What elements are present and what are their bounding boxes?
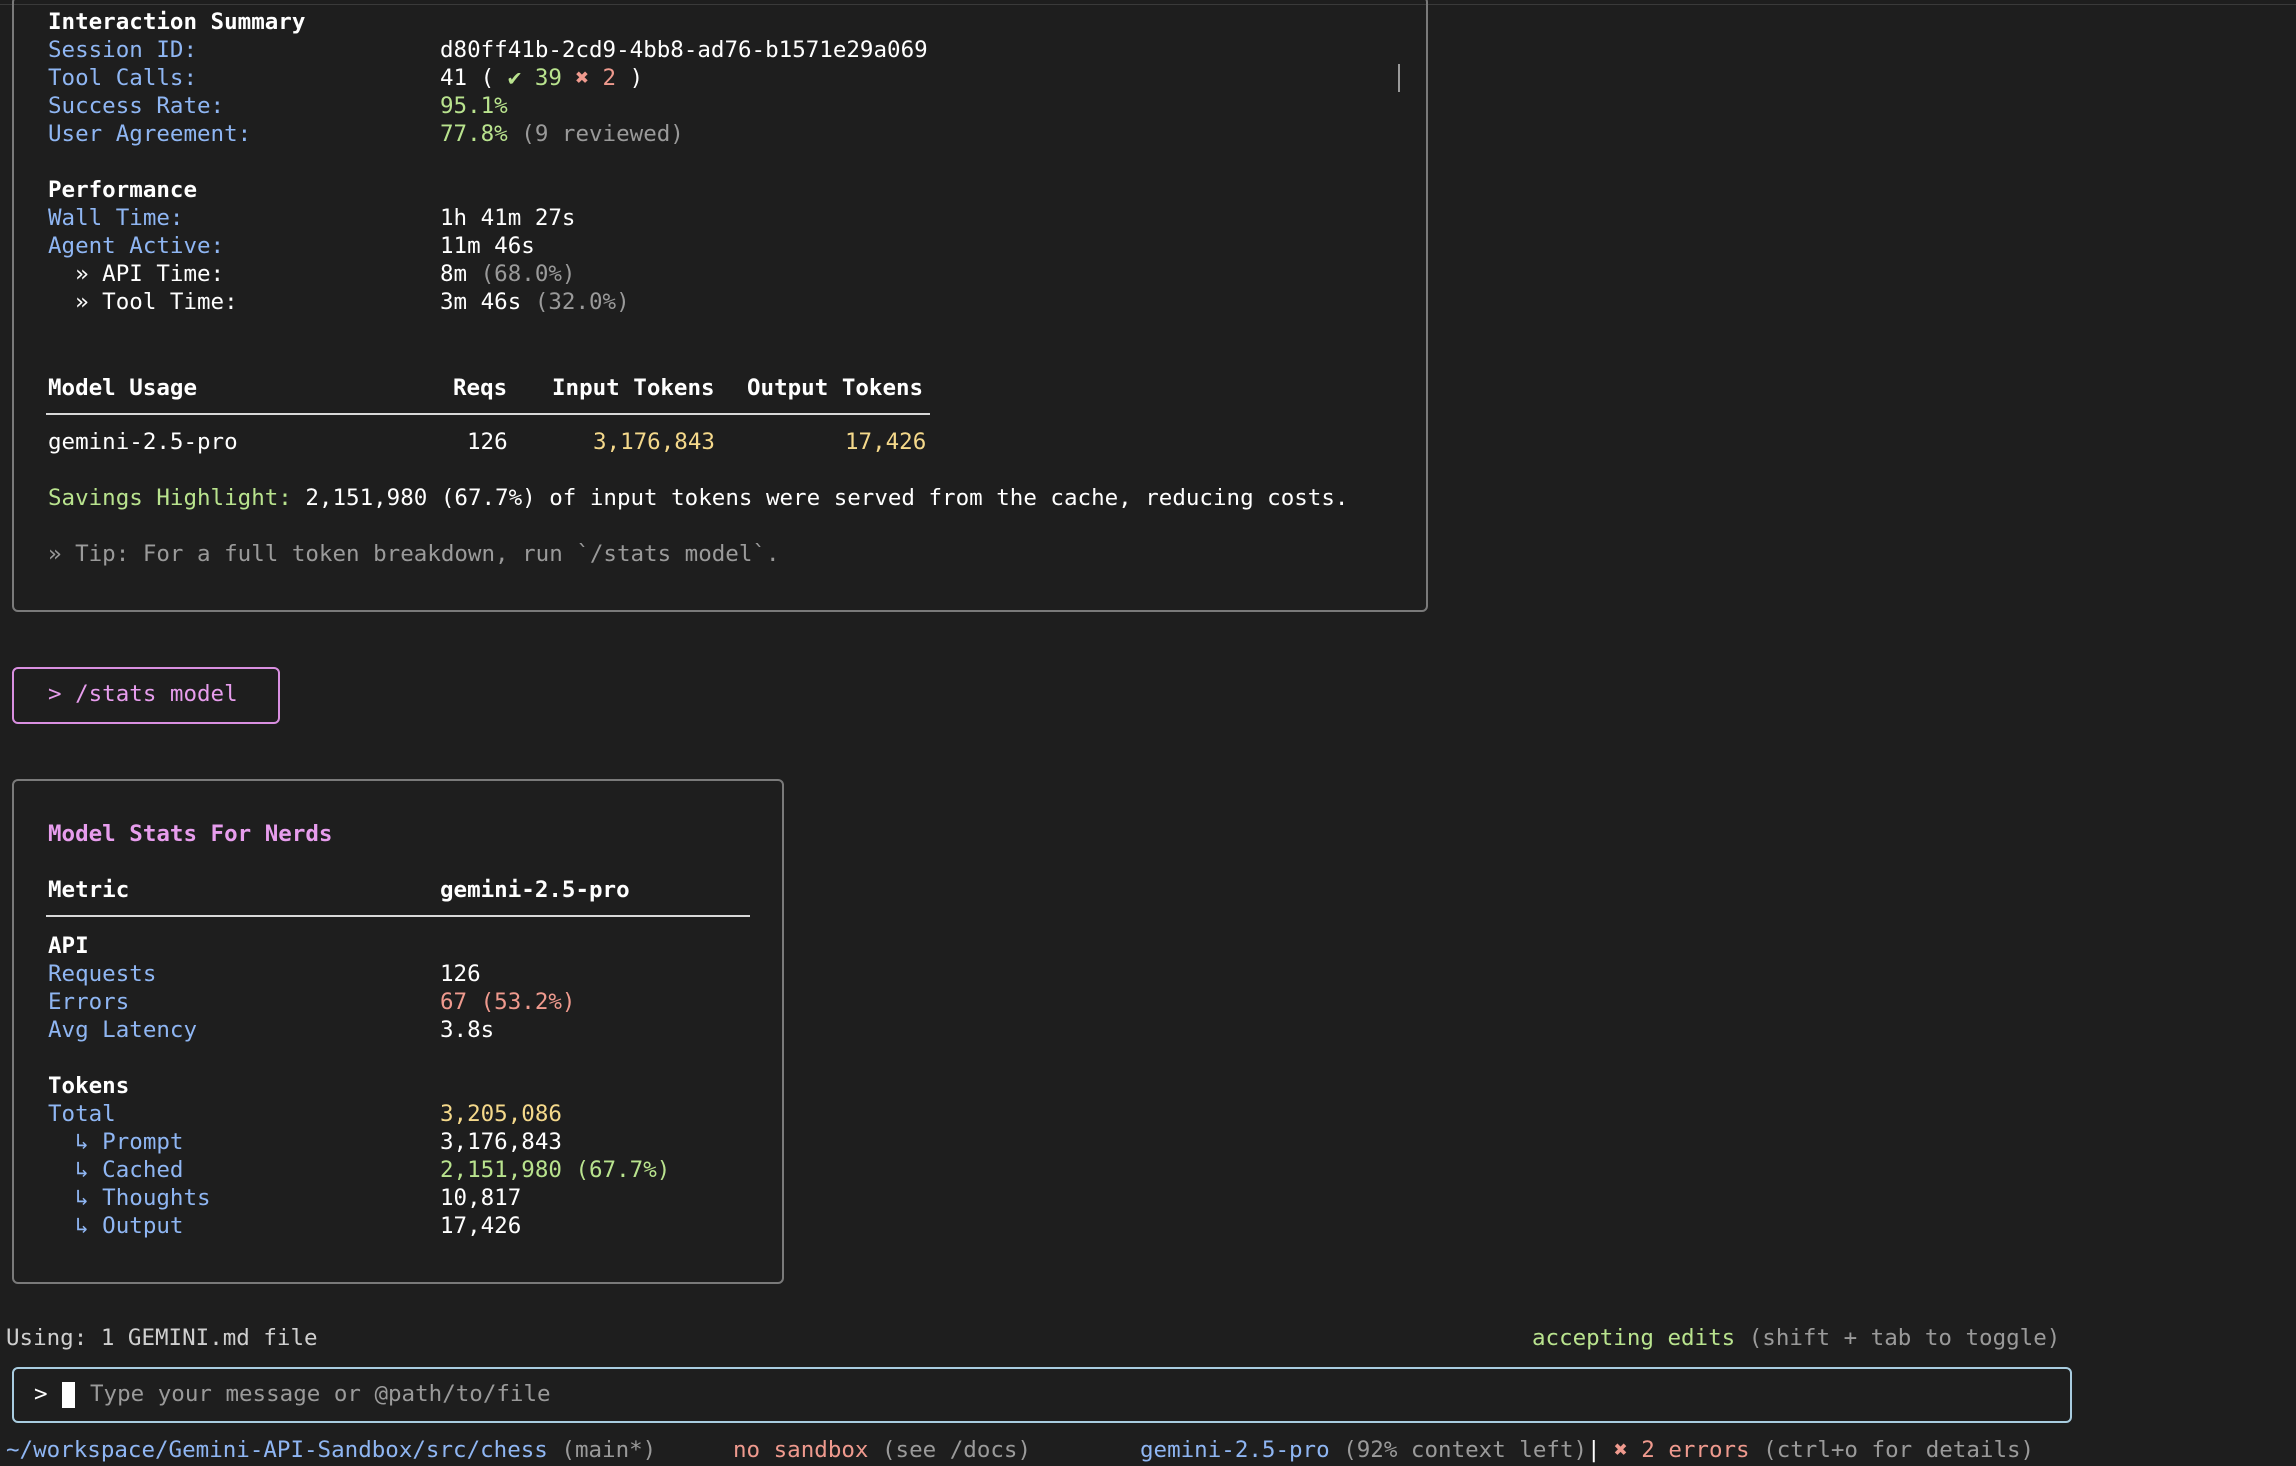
user-agreement-value: 77.8% (9 reviewed) bbox=[440, 120, 684, 148]
total-label: Total bbox=[48, 1101, 116, 1127]
context-left: (92% context left) bbox=[1329, 1437, 1588, 1463]
tool-time-pct: (32.0%) bbox=[521, 289, 630, 315]
api-time-label: » API Time: bbox=[48, 261, 225, 287]
savings-label: Savings Highlight: bbox=[48, 485, 292, 511]
tool-calls-label: Tool Calls: bbox=[48, 65, 198, 91]
errors-label: Errors bbox=[48, 989, 130, 1015]
wall-time-label: Wall Time: bbox=[48, 205, 184, 231]
agreement-note: (9 reviewed) bbox=[507, 121, 684, 147]
tokens-section-title: Tokens bbox=[48, 1073, 130, 1099]
edit-mode-status[interactable]: accepting edits (shift + tab to toggle) bbox=[1532, 1324, 2060, 1352]
message-input-placeholder[interactable]: Type your message or @path/to/file bbox=[90, 1380, 551, 1408]
requests-label: Requests bbox=[48, 961, 157, 987]
agent-active-value: 11m 46s bbox=[440, 233, 535, 259]
text-cursor bbox=[62, 1382, 75, 1408]
agent-active-label: Agent Active: bbox=[48, 233, 225, 259]
tool-time-amount: 3m 46s bbox=[440, 289, 522, 315]
footer-separator: | bbox=[1587, 1437, 1601, 1463]
footer-path-group: ~/workspace/Gemini-API-Sandbox/src/chess… bbox=[6, 1436, 656, 1464]
sandbox-label: no sandbox bbox=[733, 1437, 869, 1463]
wall-time-value: 1h 41m 27s bbox=[440, 205, 576, 231]
success-rate-label: Success Rate: bbox=[48, 93, 225, 119]
avg-latency-label: Avg Latency bbox=[48, 1017, 198, 1043]
performance-title: Performance bbox=[48, 177, 198, 203]
user-agreement-label: User Agreement: bbox=[48, 121, 252, 147]
accepting-edits-hint: (shift + tab to toggle) bbox=[1735, 1325, 2061, 1351]
thoughts-value: 10,817 bbox=[440, 1185, 522, 1211]
accepting-edits-label: accepting edits bbox=[1532, 1325, 1736, 1351]
model-status: gemini-2.5-pro (92% context left)| ✖ 2 e… bbox=[1140, 1436, 2034, 1464]
total-value: 3,205,086 bbox=[440, 1101, 562, 1127]
tool-time-label: » Tool Time: bbox=[48, 289, 238, 315]
input-prompt-symbol: > bbox=[34, 1381, 48, 1407]
command-echo-text: > /stats model bbox=[48, 681, 238, 707]
tool-calls-success: ✔ 39 bbox=[507, 65, 562, 91]
footer-errors-hint: (ctrl+o for details) bbox=[1749, 1437, 2035, 1463]
usage-row-model: gemini-2.5-pro bbox=[48, 429, 238, 455]
col-model-name: gemini-2.5-pro bbox=[440, 877, 630, 903]
col-output-tokens: Output Tokens bbox=[747, 375, 924, 401]
model-stats-title: Model Stats For Nerds bbox=[48, 821, 333, 847]
tool-calls-value: 41 ( ✔ 39 ✖ 2 ) bbox=[440, 64, 643, 92]
sandbox-status: no sandbox (see /docs) bbox=[733, 1436, 1031, 1464]
usage-row-reqs: 126 bbox=[467, 429, 508, 455]
cached-value: 2,151,980 (67.7%) bbox=[440, 1157, 671, 1183]
usage-row-output: 17,426 bbox=[845, 429, 927, 455]
savings-text: 2,151,980 (67.7%) of input tokens were s… bbox=[291, 485, 1349, 511]
usage-row-input: 3,176,843 bbox=[593, 429, 715, 455]
footer-errors[interactable]: ✖ 2 errors bbox=[1601, 1437, 1749, 1463]
col-reqs: Reqs bbox=[453, 375, 508, 401]
usage-table-rule bbox=[46, 413, 930, 415]
api-time-value: 8m (68.0%) bbox=[440, 260, 575, 288]
session-id-label: Session ID: bbox=[48, 37, 198, 63]
cached-label: ↳ Cached bbox=[48, 1157, 184, 1183]
requests-value: 126 bbox=[440, 961, 481, 987]
footer-model: gemini-2.5-pro bbox=[1140, 1437, 1330, 1463]
prompt-label: ↳ Prompt bbox=[48, 1129, 184, 1155]
api-time-pct: (68.0%) bbox=[467, 261, 576, 287]
sandbox-hint: (see /docs) bbox=[868, 1437, 1032, 1463]
summary-title: Interaction Summary bbox=[48, 9, 306, 35]
tool-time-value: 3m 46s (32.0%) bbox=[440, 288, 630, 316]
cwd-path: ~/workspace/Gemini-API-Sandbox/src/chess bbox=[6, 1437, 548, 1463]
prompt-value: 3,176,843 bbox=[440, 1129, 562, 1155]
tool-calls-close: ) bbox=[616, 65, 644, 91]
savings-highlight: Savings Highlight: 2,151,980 (67.7%) of … bbox=[48, 484, 1348, 512]
model-stats-rule bbox=[46, 915, 750, 917]
api-section-title: API bbox=[48, 933, 89, 959]
git-branch: (main*) bbox=[547, 1437, 657, 1463]
avg-latency-value: 3.8s bbox=[440, 1017, 495, 1043]
tip-text: » Tip: For a full token breakdown, run `… bbox=[48, 541, 780, 567]
col-model-usage: Model Usage bbox=[48, 375, 198, 401]
agreement-pct: 77.8% bbox=[440, 121, 508, 147]
errors-value: 67 (53.2%) bbox=[440, 989, 576, 1015]
success-rate-value: 95.1% bbox=[440, 93, 508, 119]
api-time-amount: 8m bbox=[440, 261, 468, 287]
col-input-tokens: Input Tokens bbox=[552, 375, 715, 401]
output-label: ↳ Output bbox=[48, 1213, 184, 1239]
tool-calls-fail: ✖ 2 bbox=[575, 65, 617, 91]
gemini-md-status: Using: 1 GEMINI.md file bbox=[6, 1325, 318, 1351]
tool-calls-total: 41 ( bbox=[440, 65, 508, 91]
thoughts-label: ↳ Thoughts bbox=[48, 1185, 211, 1211]
col-metric: Metric bbox=[48, 877, 130, 903]
session-id-value: d80ff41b-2cd9-4bb8-ad76-b1571e29a069 bbox=[440, 37, 928, 63]
output-value: 17,426 bbox=[440, 1213, 522, 1239]
scroll-cursor-mark bbox=[1398, 64, 1400, 92]
